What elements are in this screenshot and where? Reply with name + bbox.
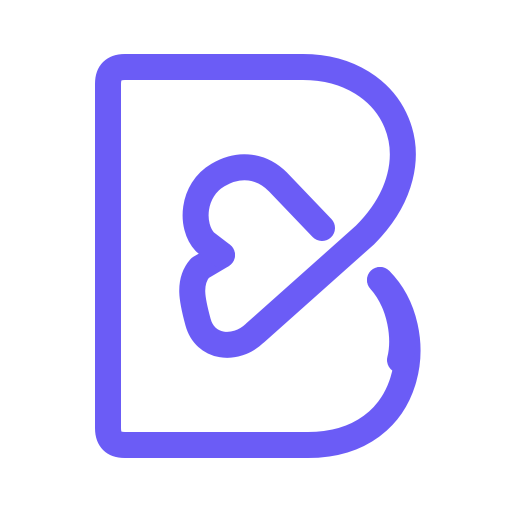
app-logo-canvas [0,0,512,512]
heart-lobe-stroke [182,154,335,268]
letter-b-top-stroke [95,54,421,458]
letter-b-bottom-stroke [367,267,416,373]
b-heart-logo-icon [95,54,421,458]
